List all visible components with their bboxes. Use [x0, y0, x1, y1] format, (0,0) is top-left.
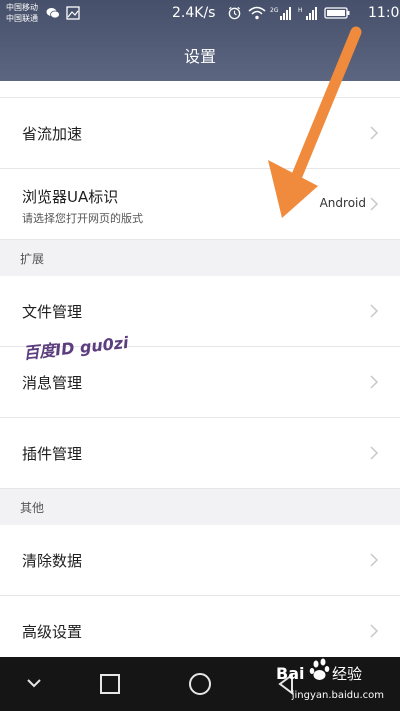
home-icon[interactable] — [170, 657, 230, 711]
alarm-icon — [228, 6, 241, 20]
baidu-jingyan-logo: Bai 经验 — [276, 658, 362, 683]
signal-h-label: H — [298, 7, 303, 14]
row-clear-data[interactable]: 清除数据 — [0, 525, 400, 596]
chevron-right-icon — [370, 375, 379, 389]
wifi-icon — [248, 6, 266, 20]
list-item-partial[interactable] — [0, 81, 400, 98]
signal-2g-label: 2G — [270, 7, 279, 14]
row-advanced-settings[interactable]: 高级设置 — [0, 596, 400, 657]
row-plugin-management[interactable]: 插件管理 — [0, 418, 400, 489]
signal-icon: 2G — [270, 7, 291, 20]
row-value: Android — [319, 196, 366, 210]
section-title: 扩展 — [20, 252, 45, 266]
settings-list: 省流加速 浏览器UA标识 请选择您打开网页的版式 Android 扩展 文件管理… — [0, 81, 400, 657]
chevron-right-icon — [370, 553, 379, 567]
hide-nav-icon[interactable] — [4, 657, 64, 711]
status-bar: 中国移动 中国联通 2.4K/s 2G H 11:0 — [0, 0, 400, 30]
row-browser-ua[interactable]: 浏览器UA标识 请选择您打开网页的版式 Android — [0, 169, 400, 240]
recent-apps-icon[interactable] — [80, 657, 140, 711]
battery-icon — [324, 7, 350, 19]
branding-url: jingyan.baidu.com — [291, 690, 384, 701]
row-save-data[interactable]: 省流加速 — [0, 98, 400, 169]
carrier-2: 中国联通 — [6, 14, 38, 23]
section-header-other: 其他 — [0, 489, 400, 525]
logo-text-jingyan: 经验 — [332, 665, 362, 683]
section-title: 其他 — [20, 501, 45, 515]
chevron-right-icon — [370, 304, 379, 318]
network-speed: 2.4K/s — [172, 5, 216, 21]
row-label: 清除数据 — [22, 552, 83, 570]
row-label: 插件管理 — [22, 445, 83, 463]
carrier-info: 中国移动 中国联通 — [6, 2, 38, 24]
row-sublabel: 请选择您打开网页的版式 — [22, 212, 143, 225]
row-label: 浏览器UA标识 — [22, 188, 119, 206]
chevron-right-icon — [370, 197, 379, 211]
section-header-extend: 扩展 — [0, 240, 400, 276]
page-title: 设置 — [183, 47, 216, 66]
wechat-icon — [46, 8, 60, 19]
carrier-1: 中国移动 — [6, 3, 38, 12]
signal-h-icon: H — [298, 7, 317, 20]
chevron-right-icon — [370, 126, 379, 140]
app-header: 中国移动 中国联通 2.4K/s 2G H 11:0 设置 — [0, 0, 400, 81]
row-label: 文件管理 — [22, 303, 83, 321]
clock: 11:02 — [368, 5, 400, 21]
chevron-right-icon — [370, 624, 379, 638]
row-label: 高级设置 — [22, 623, 83, 641]
row-label: 省流加速 — [22, 125, 83, 143]
row-label: 消息管理 — [22, 374, 83, 392]
logo-text-bai: Bai — [276, 664, 304, 683]
image-icon — [66, 6, 80, 20]
chevron-right-icon — [370, 446, 379, 460]
